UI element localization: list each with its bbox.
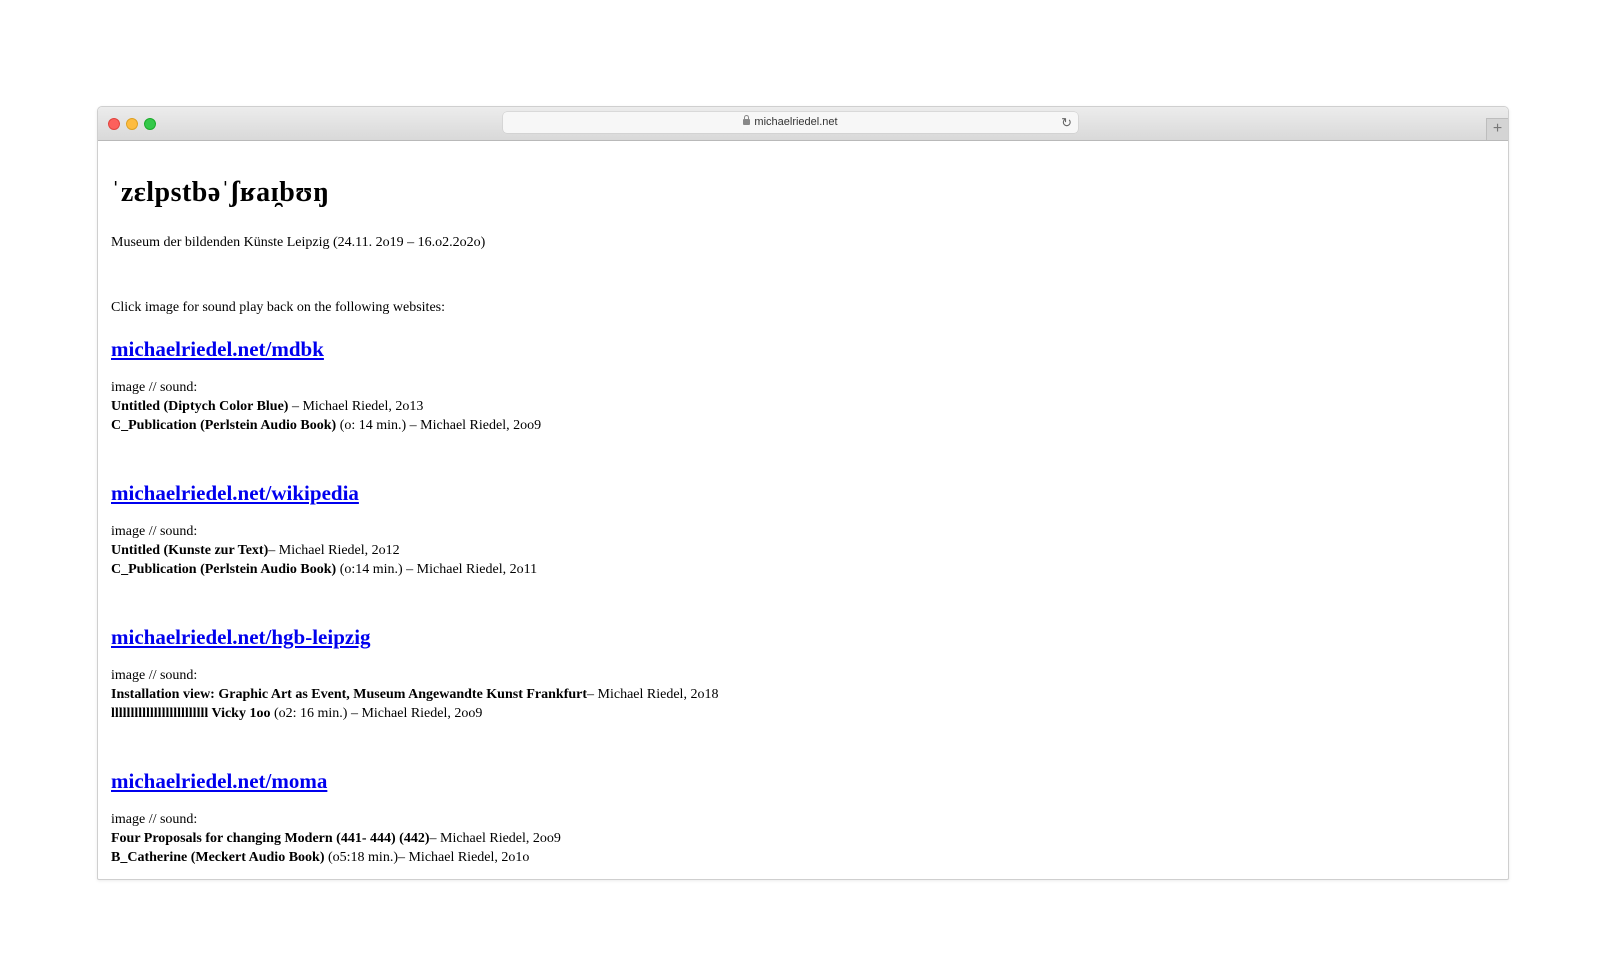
section-moma: michaelriedel.net/moma image // sound: F… bbox=[111, 769, 561, 867]
link-hgb-leipzig[interactable]: michaelriedel.net/hgb-leipzig bbox=[111, 625, 718, 649]
zoom-window-button[interactable] bbox=[144, 118, 156, 130]
intro-text: Click image for sound play back on the f… bbox=[111, 300, 445, 315]
section-label: image // sound: bbox=[111, 524, 198, 539]
venue-text: Museum der bildenden Künste Leipzig (24.… bbox=[111, 235, 486, 250]
minimize-window-button[interactable] bbox=[126, 118, 138, 130]
address-bar[interactable]: michaelriedel.net ↻ bbox=[503, 112, 1078, 133]
section-label: image // sound: bbox=[111, 668, 198, 683]
section-mdbk: michaelriedel.net/mdbk image // sound: U… bbox=[111, 337, 541, 435]
sound-credit: B_Catherine (Meckert Audio Book) (o5:18 … bbox=[111, 850, 530, 865]
sound-credit: lllllllllllllllllllllllll Vicky 1oo (o2:… bbox=[111, 706, 483, 721]
sound-credit: C_Publication (Perlstein Audio Book) (o:… bbox=[111, 418, 542, 433]
section-wikipedia: michaelriedel.net/wikipedia image // sou… bbox=[111, 481, 537, 579]
image-credit: Untitled (Kunste zur Text)– Michael Ried… bbox=[111, 543, 400, 558]
image-credit: Untitled (Diptych Color Blue) – Michael … bbox=[111, 399, 424, 414]
page-title: ˈzɛlpstbəˈʃʁaɪ̯bʊŋ bbox=[111, 177, 330, 208]
page-content: ˈzɛlpstbəˈʃʁaɪ̯bʊŋ Museum der bildenden … bbox=[111, 141, 1495, 879]
link-wikipedia[interactable]: michaelriedel.net/wikipedia bbox=[111, 481, 537, 505]
image-credit: Installation view: Graphic Art as Event,… bbox=[111, 687, 719, 702]
section-label: image // sound: bbox=[111, 812, 198, 827]
new-tab-button[interactable]: + bbox=[1486, 118, 1508, 140]
address-text: michaelriedel.net bbox=[754, 116, 838, 128]
link-moma[interactable]: michaelriedel.net/moma bbox=[111, 769, 561, 793]
lock-icon bbox=[743, 115, 751, 125]
reload-icon[interactable]: ↻ bbox=[1061, 112, 1072, 133]
browser-toolbar: michaelriedel.net ↻ + bbox=[98, 107, 1508, 141]
browser-window: michaelriedel.net ↻ + ˈzɛlpstbəˈʃʁaɪ̯bʊŋ… bbox=[97, 106, 1509, 880]
section-hgb-leipzig: michaelriedel.net/hgb-leipzig image // s… bbox=[111, 625, 718, 723]
sound-credit: C_Publication (Perlstein Audio Book) (o:… bbox=[111, 562, 538, 577]
section-label: image // sound: bbox=[111, 380, 198, 395]
image-credit: Four Proposals for changing Modern (441-… bbox=[111, 831, 561, 846]
link-mdbk[interactable]: michaelriedel.net/mdbk bbox=[111, 337, 541, 361]
close-window-button[interactable] bbox=[108, 118, 120, 130]
